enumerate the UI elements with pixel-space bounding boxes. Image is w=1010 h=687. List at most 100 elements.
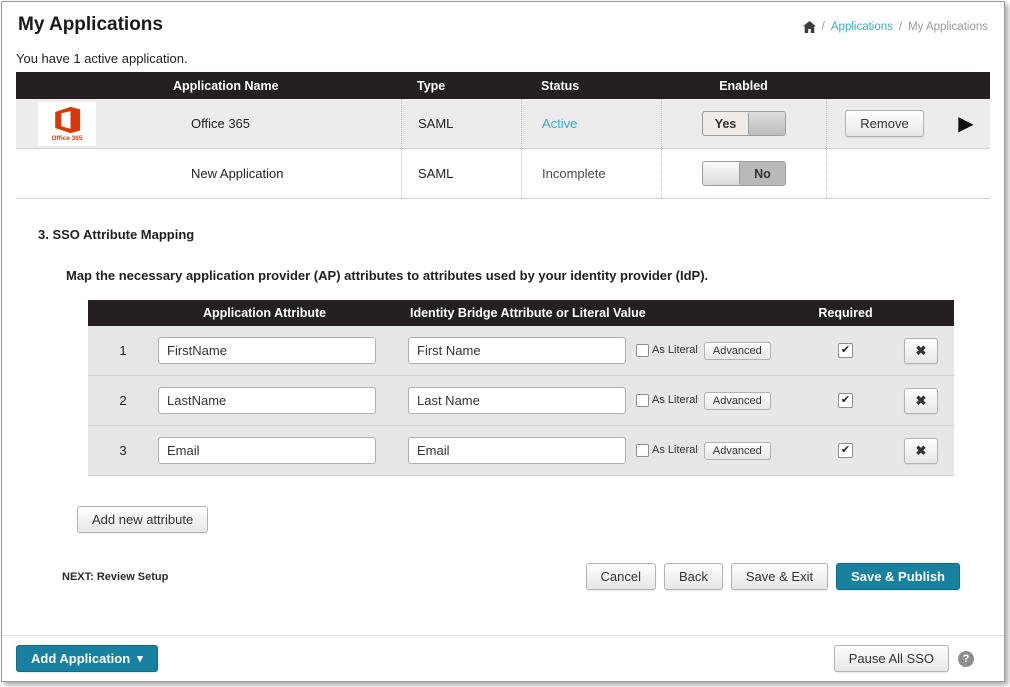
header-required: Required [803,306,888,320]
breadcrumb-separator: / [899,21,902,33]
sso-section-description: Map the necessary application provider (… [66,268,960,283]
add-application-button[interactable]: Add Application ▾ [16,645,158,672]
application-logo-cell: Office 365 [16,99,156,148]
application-type: SAML [401,149,521,198]
delete-cell: ✖ [888,438,954,464]
add-attribute-row: Add new attribute [77,506,1004,533]
enabled-toggle[interactable]: Yes [702,111,786,136]
app-attribute-cell [158,387,408,414]
application-type: SAML [401,99,521,148]
app-attribute-input[interactable] [158,437,376,464]
toggle-knob [703,162,740,185]
toggle-label: Yes [703,112,748,135]
toggle-knob [748,112,785,135]
active-applications-note: You have 1 active application. [16,51,990,66]
pause-all-sso-button[interactable]: Pause All SSO [834,645,949,672]
header-type: Type [401,79,521,93]
save-publish-button[interactable]: Save & Publish [836,563,960,590]
attribute-row: 3 As Literal Advanced ✖ [88,426,954,476]
header-idp-attribute: Identity Bridge Attribute or Literal Val… [408,306,803,320]
add-new-attribute-button[interactable]: Add new attribute [77,506,208,533]
header-enabled: Enabled [661,79,826,93]
footer-right: Pause All SSO ? [834,645,974,672]
footer-bar: Add Application ▾ Pause All SSO ? [2,635,1004,681]
app-window: My Applications / Applications / My Appl… [1,1,1005,682]
page-header: My Applications / Applications / My Appl… [2,2,1004,38]
required-checkbox[interactable] [838,443,853,458]
add-application-label: Add Application [31,651,130,666]
actions-row: NEXT: Review Setup Cancel Back Save & Ex… [62,563,960,590]
as-literal-checkbox[interactable] [636,394,649,407]
idp-attribute-input[interactable] [408,337,626,364]
home-icon[interactable] [803,21,816,33]
advanced-button[interactable]: Advanced [704,342,771,360]
required-checkbox[interactable] [838,393,853,408]
application-status: Incomplete [521,149,661,198]
delete-attribute-button[interactable]: ✖ [904,338,939,364]
expand-row-icon[interactable]: ▶ [958,114,973,134]
app-attribute-input[interactable] [158,387,376,414]
advanced-button[interactable]: Advanced [704,442,771,460]
required-checkbox[interactable] [838,343,853,358]
required-cell [803,393,888,408]
header-application-attribute: Application Attribute [158,306,408,320]
application-status: Active [521,99,661,148]
sso-section-title: 3. SSO Attribute Mapping [38,227,1004,242]
attribute-row-number: 3 [88,443,158,458]
cancel-button[interactable]: Cancel [586,563,656,590]
as-literal-label: As Literal [652,444,698,456]
idp-attribute-cell: As Literal Advanced [408,437,803,464]
app-attribute-input[interactable] [158,337,376,364]
as-literal-label: As Literal [652,394,698,406]
enabled-toggle[interactable]: No [702,161,786,186]
help-icon[interactable]: ? [958,651,974,667]
next-step-label: NEXT: Review Setup [62,571,168,583]
header-status: Status [521,79,661,93]
idp-attribute-cell: As Literal Advanced [408,387,803,414]
back-button[interactable]: Back [664,563,723,590]
as-literal-checkbox[interactable] [636,344,649,357]
page-title: My Applications [18,14,163,36]
idp-attribute-input[interactable] [408,387,626,414]
remove-cell [826,149,942,198]
application-name: New Application [156,149,401,198]
applications-table: Application Name Type Status Enabled Off… [16,72,990,199]
required-cell [803,443,888,458]
caret-down-icon: ▾ [137,652,143,665]
application-name: Office 365 [156,99,401,148]
attribute-row: 1 As Literal Advanced ✖ [88,326,954,376]
application-row-office365: Office 365 Office 365 SAML Active Yes Re… [16,99,990,149]
as-literal-group: As Literal [636,444,698,457]
remove-button[interactable]: Remove [845,110,923,137]
breadcrumb-current: My Applications [908,21,988,33]
breadcrumb: / Applications / My Applications [803,21,988,33]
advanced-button[interactable]: Advanced [704,392,771,410]
app-attribute-cell [158,337,408,364]
attribute-table-header: Application Attribute Identity Bridge At… [88,300,954,326]
application-logo-cell [16,149,156,198]
delete-cell: ✖ [888,338,954,364]
attribute-row-number: 1 [88,343,158,358]
as-literal-label: As Literal [652,344,698,356]
delete-cell: ✖ [888,388,954,414]
save-exit-button[interactable]: Save & Exit [731,563,828,590]
enabled-cell: Yes [661,99,826,148]
required-cell [803,343,888,358]
as-literal-group: As Literal [636,344,698,357]
breadcrumb-link-applications[interactable]: Applications [831,21,893,33]
expand-cell: ▶ [942,99,990,148]
application-row-new: New Application SAML Incomplete No [16,149,990,199]
action-buttons: Cancel Back Save & Exit Save & Publish [586,563,961,590]
delete-attribute-button[interactable]: ✖ [904,388,939,414]
attribute-row-number: 2 [88,393,158,408]
app-attribute-cell [158,437,408,464]
attribute-row: 2 As Literal Advanced ✖ [88,376,954,426]
attribute-mapping-table: Application Attribute Identity Bridge At… [88,300,954,476]
as-literal-checkbox[interactable] [636,444,649,457]
office-365-logo: Office 365 [38,102,96,146]
idp-attribute-input[interactable] [408,437,626,464]
delete-attribute-button[interactable]: ✖ [904,438,939,464]
enabled-cell: No [661,149,826,198]
toggle-label: No [740,162,785,185]
office-365-logo-label: Office 365 [51,135,82,142]
